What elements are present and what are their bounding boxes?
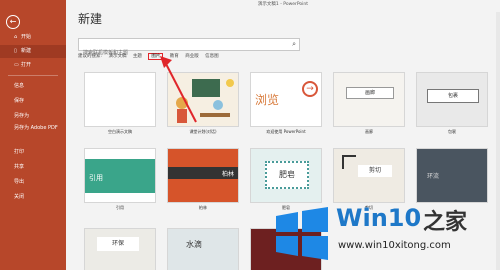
windows-logo-icon (276, 207, 328, 260)
page-title: 新建 (78, 12, 103, 26)
watermark: Win10 之家 www.win10xitong.com (268, 198, 500, 270)
app-window: ← ⌂ 开始 ▯ 新建 ▭ 打开 信息 保存 另存为 另存为 Adobe PDF 打印… (0, 0, 500, 270)
sidebar-item-label: 关闭 (14, 194, 25, 200)
template-gallery[interactable]: 画廊 (333, 72, 405, 127)
template-cut[interactable]: 剪切 (333, 148, 405, 203)
template-quote[interactable]: 引用 (84, 148, 156, 203)
sidebar-item-save-pdf[interactable]: 另存为 Adobe PDF (0, 125, 60, 143)
annotation-arrow-icon (160, 56, 197, 123)
sidebar-item-home[interactable]: ⌂ 开始 (0, 31, 66, 44)
template-berlin[interactable]: 柏林 (167, 148, 239, 203)
sidebar-item-info[interactable]: 信息 (0, 80, 66, 93)
template-circuit[interactable]: 环流 (416, 148, 488, 203)
sidebar-item-new[interactable]: ▯ 新建 (0, 45, 66, 58)
divider (8, 75, 58, 76)
template-blank[interactable] (84, 72, 156, 127)
template-tour[interactable]: 浏览 → (250, 72, 322, 127)
sidebar-item-share[interactable]: 共享 (0, 161, 66, 174)
sidebar-item-label: 打开 (21, 62, 32, 68)
template-droplet[interactable]: 水滴 (167, 228, 239, 270)
suggest-link-presentation[interactable]: 演示文稿 (108, 54, 126, 59)
template-label: 画廊 (365, 129, 373, 134)
suggest-label: 建议的搜索: (78, 54, 103, 59)
template-label: 引用 (116, 205, 124, 210)
tile-title: 画廊 (346, 87, 394, 99)
backstage-sidebar: ← ⌂ 开始 ▯ 新建 ▭ 打开 信息 保存 另存为 另存为 Adobe PDF 打印… (0, 0, 66, 270)
sidebar-item-label: 信息 (14, 83, 25, 89)
window-title: 演示文稿1 - PowerPoint (257, 2, 309, 7)
tile-title: 包裹 (427, 89, 479, 103)
sidebar-item-save-as[interactable]: 另存为 (0, 110, 66, 123)
sidebar-item-print[interactable]: 打印 (0, 146, 66, 159)
tile-title: 水滴 (186, 240, 202, 249)
sidebar-item-save[interactable]: 保存 (0, 95, 66, 108)
template-label: 包裹 (448, 129, 456, 134)
folder-icon: ▭ (14, 62, 19, 68)
sidebar-item-label: 另存为 (14, 113, 30, 119)
sidebar-item-label: 导出 (14, 179, 25, 185)
template-eco[interactable]: 环保 (84, 228, 156, 270)
sidebar-item-close[interactable]: 关闭 (0, 191, 66, 204)
tile-title: 环保 (97, 237, 139, 251)
watermark-url: www.win10xitong.com (338, 240, 451, 251)
template-label: 柏林 (199, 205, 207, 210)
sidebar-item-label: 保存 (14, 98, 25, 104)
arrow-right-icon: → (302, 81, 318, 97)
new-file-icon: ▯ (14, 48, 17, 54)
template-label: 课堂计划(对话) (189, 129, 217, 134)
sidebar-item-label: 共享 (14, 164, 25, 170)
home-icon: ⌂ (14, 34, 18, 40)
tile-title: 柏林 (221, 171, 234, 178)
sidebar-item-export[interactable]: 导出 (0, 176, 66, 189)
sidebar-item-label: 另存为 Adobe PDF (14, 125, 58, 131)
tile-title: 浏览 (255, 93, 280, 107)
suggest-link-infographic[interactable]: 信息图 (205, 54, 219, 59)
sidebar-item-open[interactable]: ▭ 打开 (0, 59, 66, 72)
search-icon[interactable]: ⌕ (292, 39, 296, 50)
tile-title: 环流 (427, 173, 440, 180)
sidebar-item-label: 打印 (14, 149, 25, 155)
suggested-searches: 建议的搜索: 演示文稿 主题 图片 教育 商业版 信息图 (78, 53, 224, 61)
template-label: 空白演示文稿 (108, 129, 132, 134)
sidebar-item-label: 新建 (21, 48, 32, 54)
suggest-link-theme[interactable]: 主题 (133, 54, 142, 59)
template-parcel[interactable]: 包裹 (416, 72, 488, 127)
template-label: 欢迎使用 PowerPoint (266, 129, 306, 134)
tile-title: 剪切 (358, 165, 392, 177)
watermark-brand: Win10 (336, 204, 422, 232)
tile-title: 肥皂 (265, 161, 309, 189)
template-soap[interactable]: 肥皂 (250, 148, 322, 203)
sidebar-item-label: 开始 (21, 34, 32, 40)
back-arrow-icon[interactable]: ← (6, 15, 20, 29)
search-box[interactable]: ⌕ (78, 38, 300, 59)
tile-title: 引用 (85, 159, 155, 193)
watermark-brand-suffix: 之家 (423, 210, 468, 235)
